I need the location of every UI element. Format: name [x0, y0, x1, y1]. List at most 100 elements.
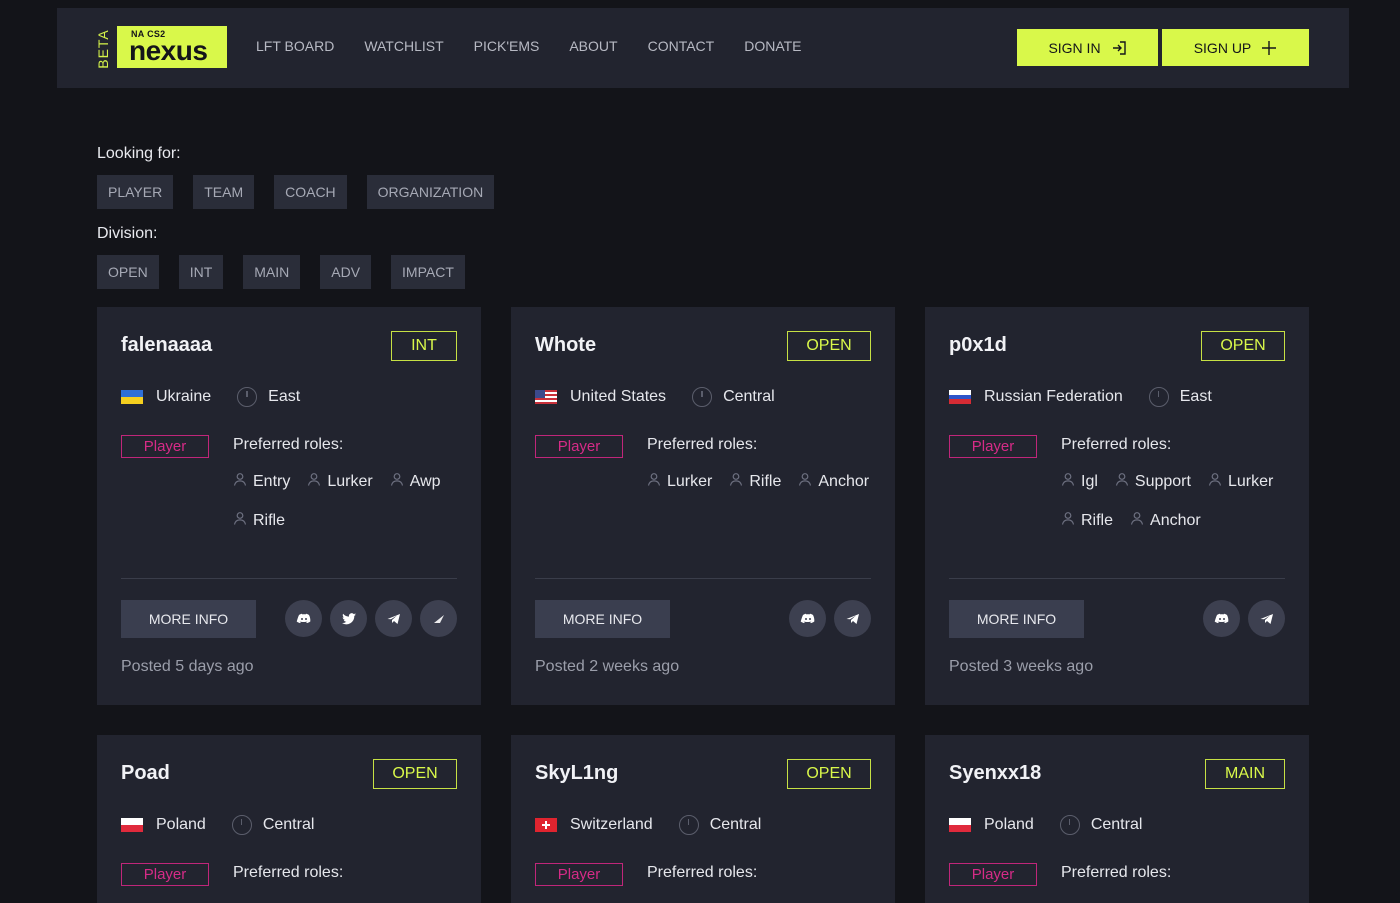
filters: Looking for: PLAYER TEAM COACH ORGANIZAT…: [97, 145, 495, 305]
division-badge: OPEN: [787, 759, 871, 789]
nav-donate[interactable]: DONATE: [744, 38, 801, 54]
person-icon: [647, 472, 667, 491]
logo[interactable]: NA CS2 nexus: [117, 26, 227, 68]
posted-time: Posted 2 weeks ago: [535, 658, 680, 675]
player-name[interactable]: SkyL1ng: [535, 762, 618, 785]
nav-lft-board[interactable]: LFT BOARD: [256, 38, 334, 54]
sign-in-button[interactable]: SIGN IN: [1017, 29, 1158, 66]
role-tag: Support: [1115, 462, 1191, 501]
social-links: [1203, 600, 1285, 637]
filter-main[interactable]: MAIN: [243, 255, 301, 289]
filter-open[interactable]: OPEN: [97, 255, 159, 289]
discord-icon[interactable]: [285, 600, 322, 637]
switzerland-flag-icon: [535, 818, 557, 832]
discord-icon[interactable]: [789, 600, 826, 637]
main-nav: LFT BOARD WATCHLIST PICK'EMS ABOUT CONTA…: [256, 38, 802, 54]
country-label: Poland: [984, 816, 1034, 833]
poland-flag-icon: [121, 818, 143, 832]
role-label: Lurker: [667, 472, 713, 490]
role-label: Anchor: [818, 472, 870, 490]
divider: [535, 578, 871, 579]
division-badge: INT: [391, 331, 457, 361]
posted-time: Posted 3 weeks ago: [949, 658, 1094, 675]
type-badge: Player: [949, 435, 1037, 458]
region-label: Central: [709, 816, 762, 833]
person-icon: [798, 472, 818, 491]
filter-player[interactable]: PLAYER: [97, 175, 174, 209]
faceit-icon[interactable]: [420, 600, 457, 637]
division-badge: OPEN: [787, 331, 871, 361]
plus-icon: [1262, 40, 1277, 55]
role-tag: Rifle: [233, 501, 285, 540]
looking-for-label: Looking for:: [97, 145, 181, 162]
person-icon: [307, 472, 327, 491]
more-info-button[interactable]: MORE INFO: [121, 600, 256, 638]
player-name[interactable]: Poad: [121, 762, 170, 785]
filter-adv[interactable]: ADV: [320, 255, 372, 289]
telegram-icon[interactable]: [1248, 600, 1285, 637]
sign-in-label: SIGN IN: [1048, 39, 1101, 56]
division-chips: OPEN INT MAIN ADV IMPACT: [97, 255, 494, 289]
player-name[interactable]: p0x1d: [949, 334, 1007, 357]
nav-about[interactable]: ABOUT: [569, 38, 617, 54]
location-row: Switzerland Central: [535, 815, 761, 835]
clock-icon: [1148, 387, 1169, 407]
country-label: Poland: [156, 816, 206, 833]
role-label: Lurker: [1227, 472, 1274, 490]
role-tag: Lurker: [647, 462, 712, 501]
filter-team[interactable]: TEAM: [193, 175, 255, 209]
filter-coach[interactable]: COACH: [274, 175, 347, 209]
division-badge: MAIN: [1205, 759, 1285, 789]
person-icon: [1061, 511, 1081, 530]
nav-contact[interactable]: CONTACT: [648, 38, 715, 54]
sign-up-label: SIGN UP: [1193, 39, 1252, 56]
role-tag: Igl: [1061, 462, 1098, 501]
country-label: United States: [570, 388, 667, 405]
role-tag: Entry: [233, 462, 290, 501]
division-badge: OPEN: [373, 759, 457, 789]
nav-watchlist[interactable]: WATCHLIST: [364, 38, 443, 54]
filter-impact[interactable]: IMPACT: [391, 255, 465, 289]
looking-for-chips: PLAYER TEAM COACH ORGANIZATION: [97, 175, 495, 209]
lft-card: Syenxx18 MAIN Poland Central Player Pref…: [925, 735, 1309, 903]
player-name[interactable]: Syenxx18: [949, 762, 1041, 785]
role-tag: Lurker: [307, 462, 373, 501]
twitter-icon[interactable]: [330, 600, 367, 637]
location-row: Poland Central: [121, 815, 314, 835]
role-tag: Lurker: [1208, 462, 1273, 501]
sign-up-button[interactable]: SIGN UP: [1162, 29, 1309, 66]
lft-card: p0x1d OPEN Russian Federation East Playe…: [925, 307, 1309, 705]
player-name[interactable]: Whote: [535, 334, 596, 357]
roles-list: Entry Lurker Awp Rifle: [233, 462, 463, 540]
nav-pickems[interactable]: PICK'EMS: [474, 38, 540, 54]
type-badge: Player: [535, 863, 623, 886]
role-label: Rifle: [253, 511, 286, 529]
telegram-icon[interactable]: [834, 600, 871, 637]
clock-icon: [231, 815, 252, 835]
discord-icon[interactable]: [1203, 600, 1240, 637]
location-row: Russian Federation East: [949, 387, 1212, 407]
more-info-button[interactable]: MORE INFO: [535, 600, 670, 638]
filter-organization[interactable]: ORGANIZATION: [366, 175, 495, 209]
role-label: Rifle: [749, 472, 782, 490]
ukraine-flag-icon: [121, 390, 143, 404]
type-badge: Player: [121, 863, 209, 886]
role-label: Igl: [1081, 472, 1098, 490]
preferred-roles-label: Preferred roles:: [233, 436, 344, 453]
russia-flag-icon: [949, 390, 971, 404]
more-info-button[interactable]: MORE INFO: [949, 600, 1084, 638]
person-icon: [729, 472, 749, 491]
region-label: Central: [723, 388, 775, 405]
filter-int[interactable]: INT: [178, 255, 224, 289]
region-label: East: [1179, 388, 1212, 405]
telegram-icon[interactable]: [375, 600, 412, 637]
country-label: Russian Federation: [984, 388, 1123, 405]
player-name[interactable]: falenaaaa: [121, 334, 212, 357]
location-row: Poland Central: [949, 815, 1142, 835]
role-tag: Anchor: [798, 462, 869, 501]
top-navbar: BETA NA CS2 nexus LFT BOARD WATCHLIST PI…: [57, 8, 1349, 88]
type-badge: Player: [949, 863, 1037, 886]
country-label: Switzerland: [570, 816, 653, 833]
clock-icon: [237, 387, 258, 407]
clock-icon: [678, 815, 699, 835]
